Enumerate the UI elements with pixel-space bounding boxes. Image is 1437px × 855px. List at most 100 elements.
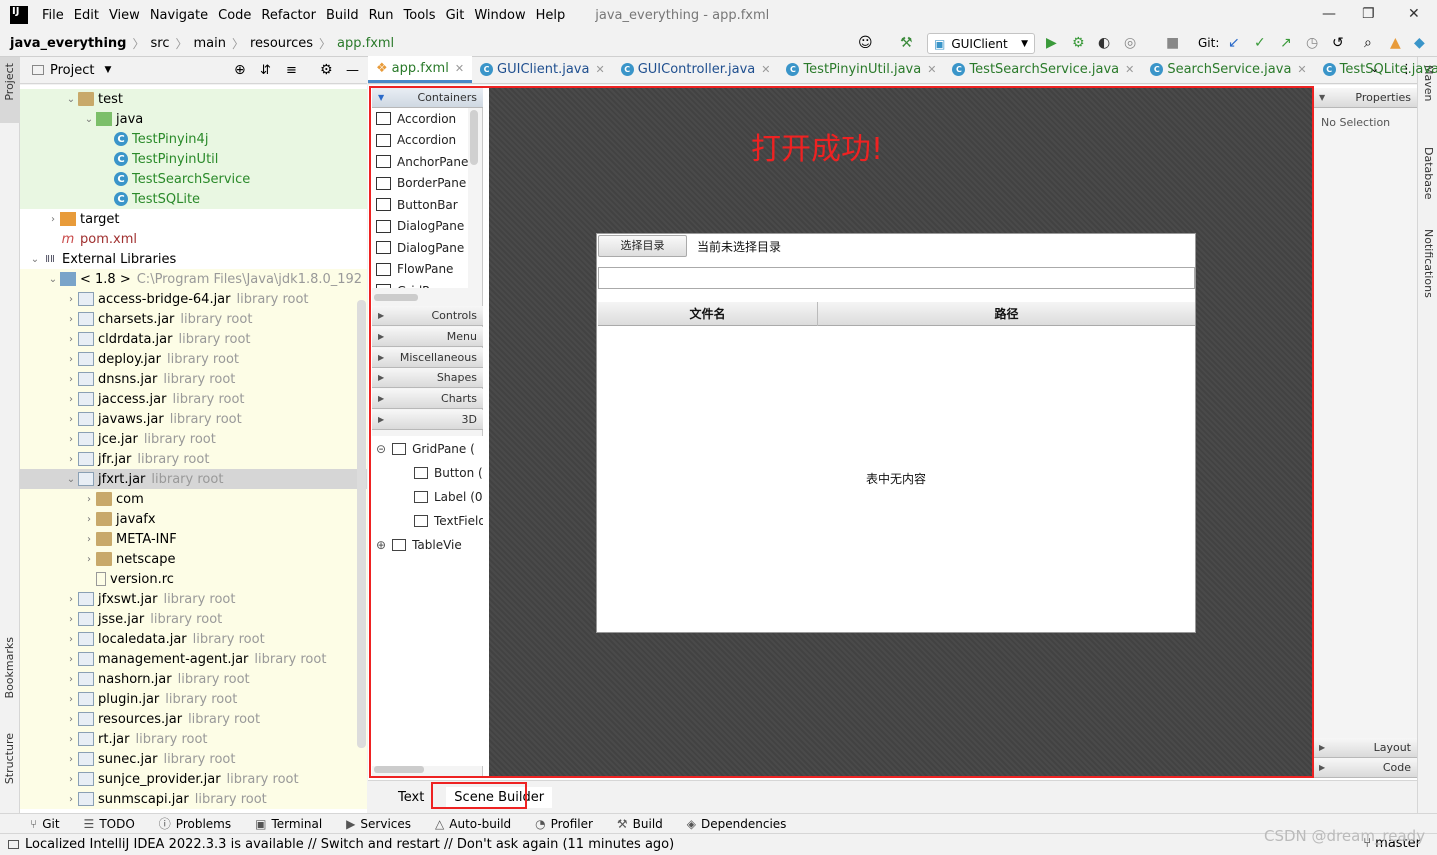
tree-item[interactable]: › plugin.jar library root	[20, 689, 367, 709]
library-item[interactable]: DialogPane	[376, 216, 468, 237]
tree-item[interactable]: › javaws.jar library root	[20, 409, 367, 429]
inspector-section-properties[interactable]: ▼ Properties	[1313, 88, 1417, 108]
chevron-down-icon[interactable]: ⌄	[28, 254, 42, 265]
minimize-icon[interactable]: —	[1322, 6, 1336, 22]
chevron-down-icon[interactable]: ⌄	[64, 474, 78, 485]
chevron-right-icon[interactable]: ›	[82, 554, 96, 565]
tool-tab-todo[interactable]: ☰ TODO	[84, 817, 135, 831]
run-config-select[interactable]: ▣ GUIClient ▼	[927, 33, 1035, 54]
menu-git[interactable]: Git	[446, 8, 465, 23]
chevron-right-icon[interactable]: ›	[64, 314, 78, 325]
rollback-icon[interactable]: ↺	[1332, 35, 1344, 51]
chevron-right-icon[interactable]: ›	[64, 394, 78, 405]
chevron-right-icon[interactable]: ›	[64, 594, 78, 605]
editor-tab[interactable]: C SearchService.java ✕	[1142, 56, 1314, 83]
tool-window-bookmarks[interactable]: Bookmarks	[3, 637, 16, 698]
tree-item[interactable]: m pom.xml	[20, 229, 367, 249]
editor-tab[interactable]: C TestPinyinUtil.java ✕	[778, 56, 944, 83]
chevron-right-icon[interactable]: ›	[64, 794, 78, 805]
tree-item[interactable]: › javafx	[20, 509, 367, 529]
tool-tab-auto-build[interactable]: △ Auto-build	[435, 817, 511, 831]
chevron-right-icon[interactable]: ›	[64, 414, 78, 425]
chevron-down-icon[interactable]: ⌄	[46, 274, 60, 285]
run-icon[interactable]: ▶	[1046, 35, 1057, 51]
preview-choose-dir-button[interactable]: 选择目录	[598, 235, 687, 257]
tree-item[interactable]: › jce.jar library root	[20, 429, 367, 449]
breadcrumb-src[interactable]: src	[150, 36, 169, 51]
chevron-right-icon[interactable]: ›	[46, 214, 60, 225]
menu-tools[interactable]: Tools	[404, 8, 436, 23]
tree-item[interactable]: ⌄ java	[20, 109, 367, 129]
expand-all-icon[interactable]: ⇵	[260, 63, 271, 78]
library-item[interactable]: ButtonBar	[376, 194, 468, 215]
tool-window-structure[interactable]: Structure	[3, 733, 16, 784]
chevron-down-icon[interactable]: ▼	[104, 65, 111, 75]
close-tab-icon[interactable]: ✕	[1297, 63, 1306, 76]
close-tab-icon[interactable]: ✕	[595, 63, 604, 76]
library-section[interactable]: ▶ Charts	[372, 389, 483, 410]
chevron-right-icon[interactable]: ›	[64, 354, 78, 365]
tree-item[interactable]: › sunec.jar library root	[20, 749, 367, 769]
tree-item[interactable]: ⌄ ⅡⅡ External Libraries	[20, 249, 367, 269]
project-tree-scrollbar[interactable]	[357, 300, 366, 748]
close-tab-icon[interactable]: ✕	[1125, 63, 1134, 76]
tree-item[interactable]: C TestSearchService	[20, 169, 367, 189]
menu-refactor[interactable]: Refactor	[261, 8, 316, 23]
tree-item[interactable]: › jfxswt.jar library root	[20, 589, 367, 609]
chevron-right-icon[interactable]: ›	[64, 634, 78, 645]
close-tab-icon[interactable]: ✕	[761, 63, 770, 76]
debug-icon[interactable]: ⚙	[1072, 35, 1085, 51]
tree-item[interactable]: › sunmscapi.jar library root	[20, 789, 367, 809]
menu-window[interactable]: Window	[474, 8, 525, 23]
tree-item[interactable]: › jfr.jar library root	[20, 449, 367, 469]
library-section[interactable]: ▶ Shapes	[372, 368, 483, 389]
chevron-right-icon[interactable]: ›	[64, 294, 78, 305]
tool-tab-build[interactable]: ⚒ Build	[617, 817, 663, 831]
editor-tab[interactable]: C TestSearchService.java ✕	[944, 56, 1142, 83]
tree-item[interactable]: › access-bridge-64.jar library root	[20, 289, 367, 309]
tab-text[interactable]: Text	[390, 787, 432, 808]
coverage-icon[interactable]: ◐	[1098, 35, 1110, 51]
hierarchy-item[interactable]: Button (	[406, 462, 483, 484]
tree-item[interactable]: C TestPinyin4j	[20, 129, 367, 149]
chevron-right-icon[interactable]: ›	[64, 454, 78, 465]
chevron-right-icon[interactable]: ›	[64, 334, 78, 345]
menu-file[interactable]: File	[42, 8, 64, 23]
locate-icon[interactable]: ⊕	[234, 62, 246, 78]
library-h-scrollbar[interactable]	[374, 294, 418, 301]
chevron-right-icon[interactable]: ›	[64, 654, 78, 665]
breadcrumb-main[interactable]: main	[193, 36, 225, 51]
library-scrollbar[interactable]	[470, 110, 478, 165]
tree-item[interactable]: C TestSQLite	[20, 189, 367, 209]
tree-item[interactable]: › resources.jar library root	[20, 709, 367, 729]
preview-column-path[interactable]: 路径	[818, 302, 1195, 326]
editor-tab[interactable]: C GUIClient.java ✕	[472, 56, 613, 83]
tree-item[interactable]: › dnsns.jar library root	[20, 369, 367, 389]
chevron-right-icon[interactable]: ›	[64, 774, 78, 785]
tree-item[interactable]: › localedata.jar library root	[20, 629, 367, 649]
chevron-right-icon[interactable]: ›	[64, 434, 78, 445]
tree-item[interactable]: ⌄ test	[20, 89, 367, 109]
gear-icon[interactable]: ⚙	[320, 62, 333, 78]
tree-item[interactable]: › jaccess.jar library root	[20, 389, 367, 409]
tree-item[interactable]: › META-INF	[20, 529, 367, 549]
tree-item[interactable]: ⌄ < 1.8 > C:\Program Files\Java\jdk1.8.0_1…	[20, 269, 367, 289]
chevron-down-icon[interactable]: ⌄	[64, 94, 78, 105]
breadcrumb-project[interactable]: java_everything	[10, 36, 126, 51]
inspector-section-layout[interactable]: ▶ Layout	[1313, 738, 1417, 758]
history-icon[interactable]: ◷	[1306, 35, 1318, 51]
tree-item[interactable]: › deploy.jar library root	[20, 349, 367, 369]
tool-tab-git[interactable]: ⑂ Git	[30, 817, 60, 831]
build-hammer-icon[interactable]: ⚒	[900, 35, 913, 51]
stop-icon[interactable]: ■	[1166, 35, 1179, 51]
chevron-right-icon[interactable]: ›	[82, 494, 96, 505]
tool-window-project[interactable]: Project	[3, 63, 16, 101]
library-item[interactable]: FlowPane	[376, 259, 468, 280]
library-section[interactable]: ▶ Miscellaneous	[372, 347, 483, 368]
chevron-right-icon[interactable]: ›	[64, 614, 78, 625]
chevron-down-icon[interactable]: ⌄	[82, 114, 96, 125]
tree-item[interactable]: C TestPinyinUtil	[20, 149, 367, 169]
tree-item[interactable]: › cldrdata.jar library root	[20, 329, 367, 349]
tree-item[interactable]: › target	[20, 209, 367, 229]
git-update-icon[interactable]: ↙	[1228, 35, 1240, 51]
